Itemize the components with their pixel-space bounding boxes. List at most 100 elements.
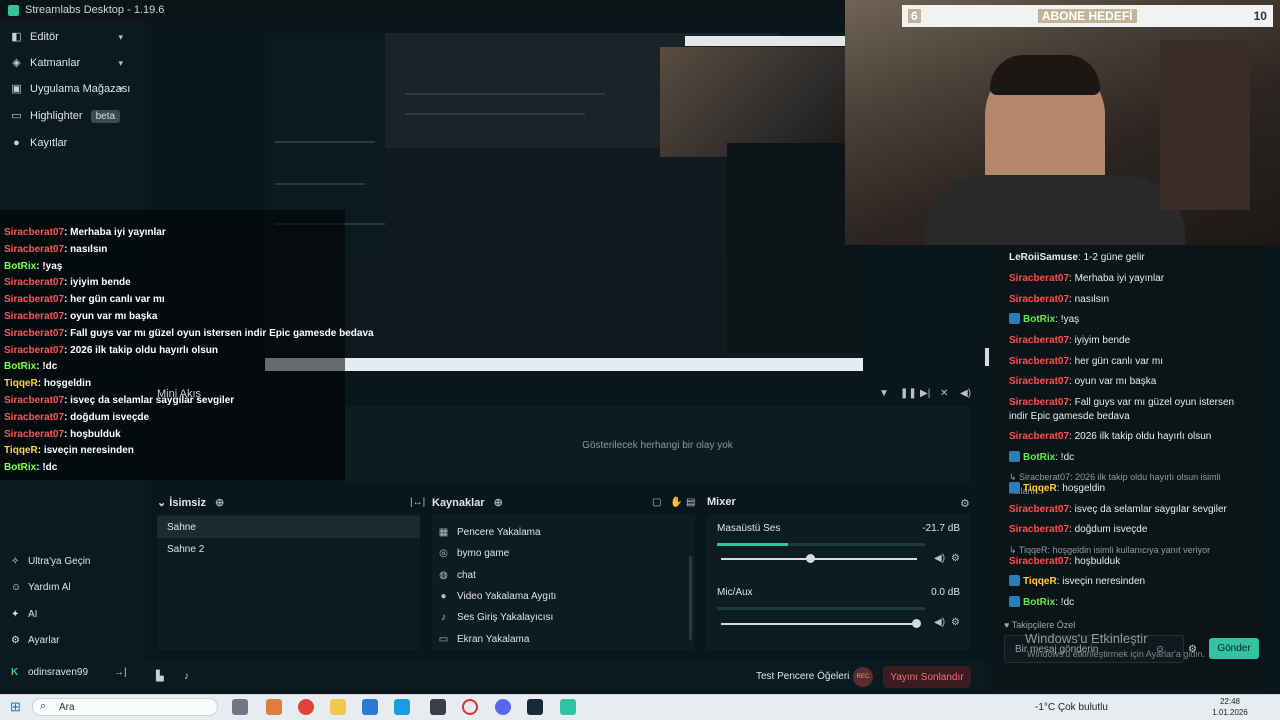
highlighter-icon: ▭ (11, 109, 22, 122)
volume-slider-knob[interactable] (912, 619, 921, 628)
chat-username[interactable]: Siracberat07 (1009, 376, 1069, 387)
chat-username[interactable]: Siracberat07 (1009, 556, 1069, 567)
end-stream-button[interactable]: Yayını Sonlandır (883, 666, 971, 688)
chat-username[interactable]: Siracberat07 (1009, 431, 1069, 442)
chat-username[interactable]: Siracberat07 (1009, 524, 1069, 535)
volume-slider[interactable] (721, 554, 917, 563)
nav-label: Ultra'ya Geçin (28, 556, 91, 567)
nav-item-layers[interactable]: ◈ Katmanlar ▾ (0, 50, 145, 76)
photos-icon[interactable] (430, 699, 446, 715)
taskbar-search[interactable]: Ara (32, 698, 218, 716)
user-account[interactable]: K odinsraven99 (11, 667, 88, 678)
chat-username[interactable]: Siracberat07 (1009, 397, 1069, 408)
nav-item-recordings[interactable]: ● Kayıtlar (0, 130, 145, 156)
streamer-shirt (925, 175, 1185, 245)
chat-message: Siracberat07: her gün canlı var mı (1009, 355, 1254, 369)
scene-collection-title[interactable]: İsimsiz (169, 497, 206, 509)
nav-item-help[interactable]: ☺ Yardım Al (11, 582, 71, 593)
filter-icon[interactable]: ▼ (879, 388, 889, 399)
notifications-icon[interactable]: ♪ (184, 671, 189, 682)
source-folder-icon[interactable]: ▤ (686, 497, 695, 508)
skip-icon[interactable]: ▶| (920, 388, 930, 399)
chat-username[interactable]: BotRix (1023, 452, 1055, 463)
overlay-chat-username: BotRix (4, 462, 37, 474)
overlay-chat-message: Siracberat07: hoşbulduk (4, 429, 121, 440)
channel-settings-icon[interactable]: ⚙ (951, 553, 960, 564)
chat-username[interactable]: TiqqeR (1023, 576, 1057, 587)
nav-item-settings[interactable]: ⚙ Ayarlar (11, 635, 60, 646)
chat-username[interactable]: Siracberat07 (1009, 294, 1069, 305)
browser-source-icon: ◍ (439, 570, 448, 581)
mixer-channel-name: Masaüstü Ses (717, 523, 781, 534)
source-item[interactable]: ▭ Ekran Yakalama (438, 629, 530, 650)
chat-username[interactable]: TiqqeR (1023, 483, 1057, 494)
test-widgets-button[interactable]: Test Pencere Öğeleri (756, 671, 849, 682)
mixer-settings-icon[interactable]: ⚙ (960, 497, 970, 510)
source-item[interactable]: ▦ Pencere Yakalama (438, 522, 541, 543)
taskbar-clock[interactable]: 22:48 1.01.2026 (1200, 696, 1260, 718)
send-button[interactable]: Gönder (1209, 638, 1259, 659)
chat-username[interactable]: BotRix (1023, 597, 1055, 608)
speaker-icon[interactable]: ◀) (934, 553, 945, 564)
chat-username[interactable]: BotRix (1023, 314, 1055, 325)
volume-icon[interactable]: ◀) (960, 388, 971, 399)
nav-item-app-store[interactable]: ▣ Uygulama Mağazası ▾ (0, 76, 145, 102)
steam-icon[interactable] (527, 699, 543, 715)
opera-icon[interactable] (462, 699, 478, 715)
chat-username[interactable]: LeRoiiSamuse (1009, 252, 1078, 263)
record-button[interactable]: REC (853, 667, 873, 687)
add-source-icon[interactable]: ⊕ (494, 497, 503, 509)
nav-item-ultra[interactable]: ✧ Ultra'ya Geçin (11, 556, 91, 567)
stream-preview[interactable] (265, 33, 863, 371)
source-item[interactable]: ● Video Yakalama Aygıtı (438, 586, 556, 607)
kick-logo-icon: K (11, 667, 19, 678)
mixer-channel-name: Mic/Aux (717, 587, 753, 598)
nav-label: Editör (30, 31, 59, 43)
source-item[interactable]: ♪ Ses Giriş Yakalayıcısı (438, 607, 553, 628)
chat-username[interactable]: Siracberat07 (1009, 356, 1069, 367)
mini-feed-empty: Gösterilecek herhangi bir olay yok (582, 439, 733, 451)
scene-item[interactable]: Sahne (157, 516, 420, 538)
bot-badge-icon (1009, 596, 1020, 607)
weather-widget[interactable]: -1°C Çok bulutlu (1035, 702, 1108, 713)
followers-only-text: Takipçilere Özel (1011, 620, 1076, 630)
logout-icon[interactable]: →| (114, 667, 127, 678)
source-item[interactable]: ◍ chat (438, 565, 476, 586)
edge-icon[interactable] (394, 699, 410, 715)
chat-username[interactable]: Siracberat07 (1009, 504, 1069, 515)
store-taskbar-icon[interactable] (362, 699, 378, 715)
stats-icon[interactable]: ▙ (156, 671, 164, 682)
pause-icon[interactable]: ❚❚ (900, 388, 917, 399)
start-icon[interactable]: ⊞ (10, 699, 21, 715)
source-item[interactable]: ◎ bymo game (438, 543, 509, 564)
streamlabs-taskbar-icon[interactable] (560, 699, 576, 715)
chat-username[interactable]: Siracberat07 (1009, 273, 1069, 284)
nav-item-ai[interactable]: ✦ AI (11, 609, 37, 620)
nav-item-editor[interactable]: ◧ Editör ▾ (0, 24, 145, 50)
add-scene-icon[interactable]: ⊕ (215, 497, 224, 509)
sources-scrollbar[interactable] (689, 556, 692, 640)
task-view-icon[interactable] (232, 699, 248, 715)
overlay-chat-text: : !dc (36, 361, 58, 373)
volume-slider-knob[interactable] (806, 554, 816, 563)
mute-alerts-icon[interactable]: ✕ (940, 388, 948, 399)
overlay-chat-message: TiqqeR: hoşgeldin (4, 378, 91, 389)
chrome-icon[interactable] (298, 699, 314, 715)
copilot-icon[interactable] (266, 699, 282, 715)
discord-icon[interactable] (495, 699, 511, 715)
volume-slider[interactable] (721, 619, 921, 628)
chat-username[interactable]: Siracberat07 (1009, 335, 1069, 346)
preview-inner-chat (727, 143, 863, 353)
chevron-down-icon[interactable]: ⌄ (157, 497, 166, 509)
file-explorer-icon[interactable] (330, 699, 346, 715)
channel-settings-icon[interactable]: ⚙ (951, 617, 960, 628)
scene-item[interactable]: Sahne 2 (157, 538, 420, 560)
panel-resize-handle[interactable] (985, 348, 989, 366)
overlay-chat-username: Siracberat07 (4, 344, 65, 356)
nav-item-highlighter[interactable]: ▭ Highlighter beta (0, 103, 145, 129)
speaker-icon[interactable]: ◀) (934, 617, 945, 628)
transition-icon[interactable]: |↔| (410, 497, 425, 508)
source-display-icon[interactable]: ▢ (652, 497, 661, 508)
source-lock-icon[interactable]: ✋ (670, 497, 682, 508)
editor-icon: ◧ (11, 30, 22, 43)
